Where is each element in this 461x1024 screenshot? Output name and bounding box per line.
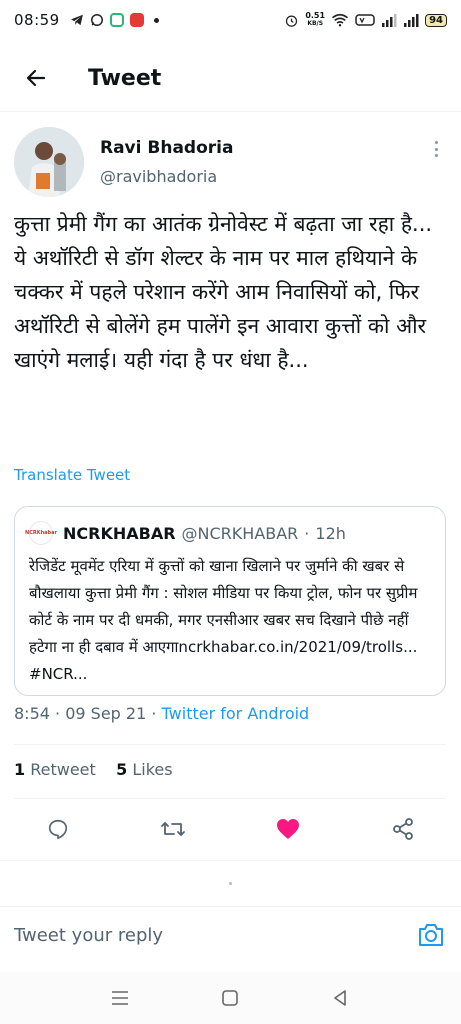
- status-time: 08:59: [14, 11, 60, 29]
- alarm-icon: [286, 15, 298, 27]
- scroll-indicator: [229, 882, 232, 885]
- volte-icon: [355, 14, 375, 26]
- tweet-actions: [0, 812, 461, 852]
- retweets-stat[interactable]: 1 Retweet: [14, 760, 96, 779]
- quote-text: रेजिडेंट मूवमेंट एरिया में कुत्तों को खा…: [29, 557, 418, 683]
- reply-bar: Tweet your reply: [0, 906, 461, 964]
- share-button[interactable]: [386, 812, 420, 846]
- net-speed-unit: KB/S: [307, 20, 324, 27]
- top-bar: Tweet: [0, 48, 461, 108]
- wifi-icon: [332, 13, 349, 27]
- quote-separator: ·: [304, 523, 310, 543]
- quote-time: 12h: [315, 523, 346, 543]
- battery-icon: 94: [425, 13, 447, 27]
- quote-author-handle: @NCRKHABAR: [181, 523, 299, 543]
- author-name[interactable]: Ravi Bhadoria: [100, 138, 233, 158]
- tweet-meta: 8:54 · 09 Sep 21 · Twitter for Android: [14, 704, 309, 723]
- avatar[interactable]: [14, 127, 84, 197]
- likes-label: Likes: [132, 760, 173, 779]
- back-nav-button[interactable]: [326, 984, 354, 1012]
- header-divider: [0, 111, 461, 112]
- tweet-date: 09 Sep 21: [65, 704, 147, 723]
- quote-avatar: NCRKhabar: [25, 521, 57, 545]
- camera-button[interactable]: [415, 919, 447, 951]
- back-button[interactable]: [16, 58, 56, 98]
- retweet-icon: [161, 822, 185, 836]
- more-options-icon[interactable]: [426, 137, 446, 161]
- quoted-tweet[interactable]: NCRKhabar NCRKHABAR @NCRKHABAR · 12h रेज…: [14, 506, 446, 696]
- arrow-left-icon: [26, 69, 46, 87]
- heart-icon: [277, 819, 299, 839]
- net-speed: 0.51 KB/S: [305, 12, 325, 28]
- reply-button[interactable]: [41, 812, 75, 846]
- signal-icon: [404, 13, 419, 27]
- avatar-photo: [14, 127, 84, 197]
- stats-divider: [14, 798, 446, 799]
- net-speed-value: 0.51: [305, 11, 326, 20]
- tweet-time: 8:54: [14, 704, 50, 723]
- home-button[interactable]: [216, 984, 244, 1012]
- like-button[interactable]: [271, 812, 305, 846]
- menu-icon: [112, 991, 128, 1005]
- dot-icon: [153, 17, 159, 23]
- page-title: Tweet: [88, 65, 162, 91]
- triangle-back-icon: [334, 990, 346, 1006]
- meta-divider: [14, 744, 446, 745]
- quote-header: NCRKhabar NCRKHABAR @NCRKHABAR · 12h: [25, 521, 346, 545]
- actions-divider: [0, 860, 461, 861]
- meta-separator: ·: [55, 704, 61, 723]
- translate-tweet-link[interactable]: Translate Tweet: [14, 466, 130, 484]
- likes-stat[interactable]: 5 Likes: [116, 760, 172, 779]
- tweet-source-link[interactable]: Twitter for Android: [162, 704, 310, 723]
- retweets-label: Retweet: [30, 760, 96, 779]
- quote-author-name: NCRKHABAR: [63, 523, 176, 543]
- recent-apps-button[interactable]: [106, 984, 134, 1012]
- signal-icon: [382, 13, 397, 27]
- meta-separator: ·: [151, 704, 157, 723]
- tweet-author: Ravi Bhadoria @ravibhadoria: [14, 127, 446, 199]
- share-icon: [393, 818, 413, 840]
- camera-icon: [419, 924, 443, 946]
- quote-avatar-logo: NCRKhabar: [25, 530, 57, 536]
- reply-input[interactable]: Tweet your reply: [14, 925, 163, 946]
- sos-icon: [129, 13, 144, 27]
- system-nav-bar: [0, 972, 461, 1024]
- author-handle[interactable]: @ravibhadoria: [100, 167, 217, 186]
- app-icon: [109, 13, 124, 27]
- tweet-stats: 1 Retweet 5 Likes: [14, 760, 173, 779]
- status-bar: 08:59 0.51 KB/S 94: [0, 0, 461, 40]
- whatsapp-icon: [90, 14, 103, 26]
- tweet-text: कुत्ता प्रेमी गैंग का आतंक ग्रेनोवेस्ट म…: [14, 212, 433, 372]
- telegram-icon: [70, 14, 83, 26]
- likes-count: 5: [116, 760, 128, 779]
- reply-icon: [48, 819, 68, 839]
- retweet-button[interactable]: [156, 812, 190, 846]
- square-icon: [222, 990, 238, 1006]
- retweets-count: 1: [14, 760, 26, 779]
